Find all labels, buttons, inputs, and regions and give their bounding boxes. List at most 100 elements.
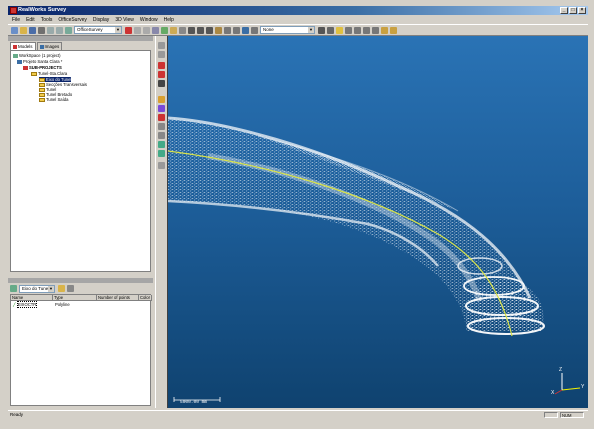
tab-models[interactable]: Models bbox=[10, 42, 36, 50]
grid-icon[interactable] bbox=[188, 26, 195, 34]
light-icon[interactable] bbox=[336, 26, 343, 34]
select-icon[interactable] bbox=[158, 51, 165, 58]
model-icon[interactable] bbox=[158, 96, 165, 103]
models-icon bbox=[13, 44, 17, 49]
settings-icon[interactable] bbox=[158, 162, 165, 169]
menu-display[interactable]: Display bbox=[93, 17, 109, 23]
view-icon[interactable] bbox=[354, 26, 361, 34]
tool-icon[interactable] bbox=[125, 26, 132, 34]
column-header-points[interactable]: Number of points bbox=[97, 295, 139, 301]
folder-icon[interactable] bbox=[170, 26, 177, 34]
rotate-icon[interactable] bbox=[152, 26, 159, 34]
mode-combo[interactable]: OfficeSurvey ▼ bbox=[74, 26, 122, 34]
menu-window[interactable]: Window bbox=[140, 17, 158, 23]
open-icon[interactable] bbox=[20, 26, 27, 34]
menu-tools[interactable]: Tools bbox=[41, 17, 53, 23]
view-icon[interactable] bbox=[233, 26, 240, 34]
tree-node-subprojects[interactable]: SUB-PROJECTS bbox=[23, 65, 62, 70]
menu-3dview[interactable]: 3D View bbox=[115, 17, 134, 23]
close-button[interactable]: × bbox=[578, 7, 586, 14]
zoom-out-icon[interactable] bbox=[158, 132, 165, 139]
menu-bar: File Edit Tools OfficeSurvey Display 3D … bbox=[8, 15, 588, 24]
person-icon[interactable] bbox=[381, 26, 388, 34]
orbit-icon[interactable] bbox=[158, 150, 165, 157]
cut-icon[interactable] bbox=[158, 62, 165, 69]
window-title-bar[interactable]: RealWorks Survey _ □ × bbox=[8, 6, 588, 15]
project-icon bbox=[17, 59, 22, 64]
menu-officesurvey[interactable]: OfficeSurvey bbox=[58, 17, 87, 23]
fence-icon[interactable] bbox=[158, 71, 165, 78]
rotate-icon[interactable] bbox=[158, 105, 165, 112]
workspace-tabs: Models Images bbox=[10, 42, 63, 50]
tree-node-group[interactable]: Tunel-Sta.Clara bbox=[31, 71, 67, 76]
status-text: Ready bbox=[10, 412, 24, 417]
cursor-icon[interactable] bbox=[65, 26, 72, 34]
column-header-type[interactable]: Type bbox=[53, 295, 97, 301]
row-type: Polyline bbox=[55, 302, 70, 307]
tab-images[interactable]: Images bbox=[36, 42, 63, 50]
list-view-icon[interactable] bbox=[67, 285, 74, 292]
folder-icon bbox=[39, 87, 45, 92]
minimize-button[interactable]: _ bbox=[560, 7, 568, 14]
tree-node-workspace[interactable]: WorkSpace (1 project) bbox=[13, 53, 61, 58]
polyline-icon: ╱ bbox=[13, 302, 16, 307]
objects-selector[interactable]: Eixo do Tunel ▼ bbox=[19, 284, 55, 293]
3d-viewport[interactable]: 5000.00 mm Z Y X bbox=[167, 36, 588, 408]
fit-icon[interactable] bbox=[158, 114, 165, 121]
objects-icon bbox=[10, 285, 17, 292]
point-cloud-scene bbox=[168, 116, 581, 402]
save-icon[interactable] bbox=[29, 26, 36, 34]
main-toolbar: OfficeSurvey ▼ None ▼ bbox=[8, 24, 588, 36]
axes-triad bbox=[554, 373, 581, 395]
view-icon[interactable] bbox=[345, 26, 352, 34]
select-icon[interactable] bbox=[327, 26, 334, 34]
tree-node-project[interactable]: Projeto Santa Clara * bbox=[17, 59, 62, 64]
pan-icon[interactable] bbox=[161, 26, 168, 34]
objects-table: Name Type Number of points Color ╱ EIXOC… bbox=[10, 294, 152, 406]
view-combo[interactable]: None ▼ bbox=[260, 26, 315, 34]
images-icon bbox=[39, 44, 44, 49]
status-indicator bbox=[544, 412, 558, 418]
row-name: EIXOCTR bbox=[16, 301, 38, 308]
menu-help[interactable]: Help bbox=[164, 17, 174, 23]
side-toolbar bbox=[155, 36, 167, 408]
redo-icon[interactable] bbox=[56, 26, 63, 34]
grid-icon[interactable] bbox=[179, 26, 186, 34]
new-icon[interactable] bbox=[11, 26, 18, 34]
measure-icon[interactable] bbox=[158, 80, 165, 87]
column-header-color[interactable]: Color bbox=[139, 295, 152, 301]
table-row[interactable]: ╱ EIXOCTR bbox=[12, 301, 52, 308]
person-icon[interactable] bbox=[390, 26, 397, 34]
view-icon[interactable] bbox=[363, 26, 370, 34]
grid-icon[interactable] bbox=[206, 26, 213, 34]
view-icon[interactable] bbox=[372, 26, 379, 34]
view-icon[interactable] bbox=[224, 26, 231, 34]
measure-icon[interactable] bbox=[215, 26, 222, 34]
zoom-in-icon[interactable] bbox=[158, 123, 165, 130]
cursor-icon[interactable] bbox=[158, 42, 165, 49]
zoom-icon[interactable] bbox=[143, 26, 150, 34]
objects-panel: Eixo do Tunel ▼ Name Type Number of point… bbox=[8, 278, 153, 408]
subproject-icon bbox=[23, 65, 28, 70]
menu-file[interactable]: File bbox=[12, 17, 20, 23]
folder-icon bbox=[39, 77, 45, 82]
panel-title-bar[interactable] bbox=[8, 278, 153, 283]
person-icon[interactable] bbox=[318, 26, 325, 34]
cursor-icon[interactable] bbox=[134, 26, 141, 34]
project-tree: WorkSpace (1 project) Projeto Santa Clar… bbox=[10, 50, 151, 272]
display-icon[interactable] bbox=[242, 26, 249, 34]
maximize-button[interactable]: □ bbox=[569, 7, 577, 14]
panel-title-bar[interactable] bbox=[8, 36, 153, 41]
undo-icon[interactable] bbox=[47, 26, 54, 34]
tree-item-tunel-saida[interactable]: Tunel Saída bbox=[39, 97, 68, 102]
print-icon[interactable] bbox=[38, 26, 45, 34]
tunnel-point-cloud bbox=[168, 116, 545, 335]
grid-icon[interactable] bbox=[197, 26, 204, 34]
app-icon bbox=[10, 7, 17, 14]
chevron-down-icon: ▼ bbox=[48, 285, 54, 292]
menu-edit[interactable]: Edit bbox=[26, 17, 35, 23]
view-icon[interactable] bbox=[251, 26, 258, 34]
pan-icon[interactable] bbox=[158, 141, 165, 148]
folder-icon[interactable] bbox=[58, 285, 65, 292]
scale-label: 5000.00 mm bbox=[180, 400, 208, 405]
